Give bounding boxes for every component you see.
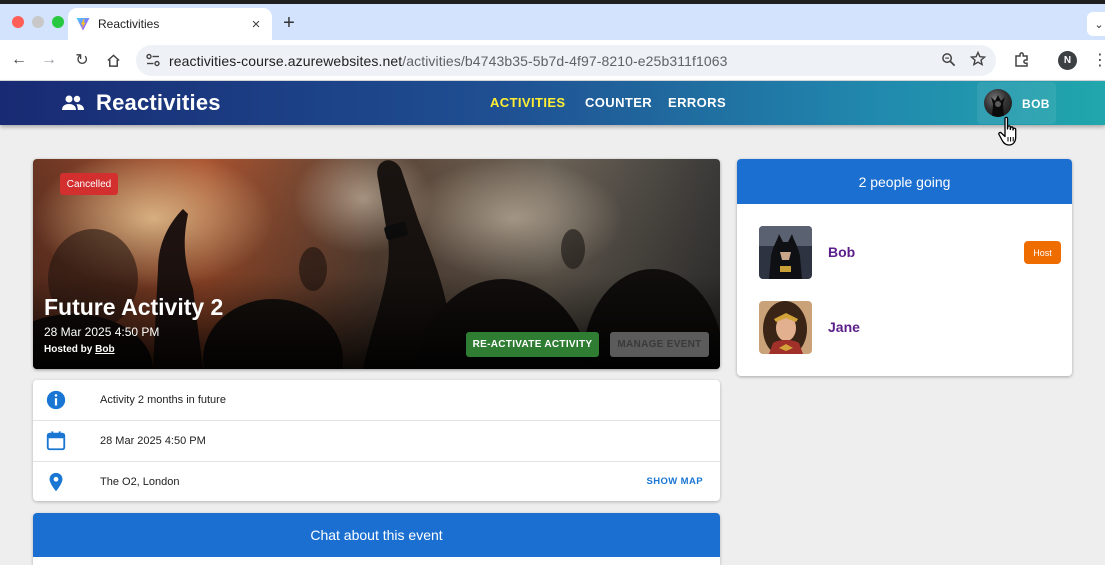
minimize-window-button[interactable] [32,16,44,28]
attendee-name[interactable]: Bob [828,244,855,260]
chat-header: Chat about this event [33,513,720,557]
nav-counter[interactable]: COUNTER [585,95,652,110]
activity-date: 28 Mar 2025 4:50 PM [44,325,160,339]
browser-tab[interactable]: Reactivities × [68,8,272,40]
window-controls [12,16,64,28]
site-info-icon[interactable] [144,51,162,69]
attendee-avatar[interactable] [759,301,812,354]
attendees-header: 2 people going [737,159,1072,204]
reactivate-activity-button[interactable]: RE-ACTIVATE ACTIVITY [466,332,599,357]
hand-pointer-cursor-icon [998,116,1017,146]
address-bar[interactable]: reactivities-course.azurewebsites.net/ac… [136,45,996,76]
batman-avatar-image [759,226,812,279]
activity-venue: The O2, London [100,475,180,488]
host-badge: Host [1024,241,1061,264]
activity-description: Activity 2 months in future [100,394,226,406]
attendees-card: 2 people going Bob Host Jane [737,159,1072,376]
group-icon [62,95,84,110]
attendee-name[interactable]: Jane [828,319,860,335]
activity-date-detail: 28 Mar 2025 4:50 PM [100,434,206,447]
wonder-woman-avatar-image [759,301,812,354]
brand-title: Reactivities [96,90,221,115]
nav-errors[interactable]: ERRORS [668,95,726,110]
tab-title: Reactivities [98,17,160,31]
host-link[interactable]: Bob [95,344,114,355]
cancelled-badge: Cancelled [60,173,118,195]
new-tab-button[interactable]: + [281,12,297,35]
forward-arrow-icon[interactable]: → [38,50,60,70]
tab-search-button[interactable]: ⌄ [1087,12,1105,36]
chat-card: Chat about this event [33,513,720,565]
extensions-puzzle-icon[interactable] [1012,50,1032,70]
browser-tab-bar: Reactivities × + ⌄ [0,4,1105,40]
manage-event-button[interactable]: MANAGE EVENT [610,332,709,357]
hosted-by: Hosted by Bob [44,344,115,355]
bookmark-star-icon[interactable] [970,51,986,67]
close-window-button[interactable] [12,16,24,28]
activity-header-card: Cancelled Future Activity 2 28 Mar 2025 … [33,159,720,369]
user-name: BOB [1022,97,1050,111]
calendar-icon [46,430,66,450]
zoom-icon[interactable] [941,52,956,67]
brand-link[interactable]: Reactivities [61,90,221,116]
home-icon[interactable] [102,50,124,70]
activity-details-card: Activity 2 months in future 28 Mar 2025 … [33,380,720,501]
location-pin-icon [49,472,63,491]
user-avatar [984,89,1012,117]
url-text: reactivities-course.azurewebsites.net/ac… [169,53,727,69]
browser-toolbar: ← → ↻ reactivities-course.azurewebsites.… [0,40,1105,81]
venue-row: The O2, London SHOW MAP [33,461,720,501]
back-arrow-icon[interactable]: ← [8,50,30,70]
close-tab-icon[interactable]: × [248,16,264,33]
browser-menu-icon[interactable]: ⋮ [1092,50,1105,70]
hosted-by-label: Hosted by [44,344,93,355]
description-row: Activity 2 months in future [33,380,720,420]
info-icon [46,390,66,410]
activity-title: Future Activity 2 [44,294,224,320]
nav-activities[interactable]: ACTIVITIES [490,95,566,110]
app-navbar: Reactivities ACTIVITIES COUNTER ERRORS B… [0,81,1105,125]
attendee-avatar[interactable] [759,226,812,279]
reload-icon[interactable]: ↻ [71,50,93,70]
url-path: /activities/b4743b35-5b7d-4f97-8210-e25b… [402,53,728,69]
vite-favicon-icon [76,18,90,31]
date-row: 28 Mar 2025 4:50 PM [33,420,720,460]
show-map-button[interactable]: SHOW MAP [646,476,703,487]
maximize-window-button[interactable] [52,16,64,28]
url-host: reactivities-course.azurewebsites.net [169,53,403,69]
omnibox-actions [941,51,986,67]
profile-avatar[interactable]: N [1058,51,1077,70]
